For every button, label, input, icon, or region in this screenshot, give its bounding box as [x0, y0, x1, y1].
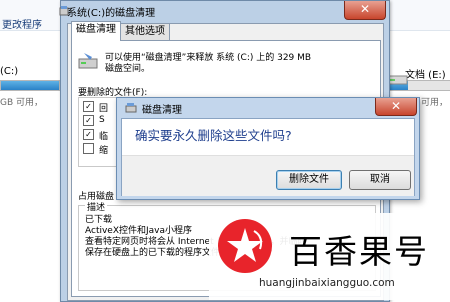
drive-e-label[interactable]: 文档 (E:) — [405, 66, 446, 81]
drive-c-free-text: GB 可用， — [0, 98, 44, 108]
file-checkbox-4[interactable] — [83, 143, 94, 154]
file-item-label: 临 — [99, 132, 109, 142]
brand-logo-icon — [218, 219, 272, 273]
cancel-button[interactable]: 取消 — [349, 170, 411, 190]
dialog-close-button[interactable]: ✕ — [375, 98, 417, 116]
window-close-button[interactable]: ✕ — [344, 1, 386, 20]
file-checkbox-3[interactable]: ✓ — [83, 129, 94, 140]
tab-more-options[interactable]: 其他选项 — [120, 23, 170, 40]
dialog-icon — [125, 102, 137, 117]
dialog-title: 磁盘清理 — [142, 105, 182, 116]
brand-url: huangjinbaixiangguo.com — [259, 277, 395, 289]
tab-disk-cleanup[interactable]: 磁盘清理 — [71, 21, 121, 41]
file-checkbox-2[interactable]: ✓ — [83, 115, 94, 126]
file-checkbox-1[interactable]: ✓ — [83, 101, 94, 112]
brand-name: 百香果号 — [289, 232, 429, 271]
window-title: 系统(C:)的磁盘清理 — [67, 8, 156, 19]
confirm-delete-dialog: 磁盘清理 ✕ 确实要永久删除这些文件吗? 删除文件 取消 — [116, 97, 420, 200]
file-item-label: 回 — [99, 104, 109, 114]
file-item-label: S — [99, 115, 105, 125]
delete-files-button[interactable]: 删除文件 — [276, 170, 342, 190]
change-program-link[interactable]: 更改程序 — [2, 16, 42, 31]
intro-text-2: 磁盘空间。 — [105, 64, 151, 74]
watermark: 百香果号 huangjinbaixiangguo.com — [209, 213, 450, 300]
file-item-label: 缩 — [99, 146, 109, 156]
dialog-message: 确实要永久删除这些文件吗? — [135, 128, 292, 143]
drive-c-usage-bar — [0, 80, 60, 91]
drive-c-label[interactable]: (C:) — [0, 66, 18, 77]
dialog-body: 确实要永久删除这些文件吗? 删除文件 取消 — [121, 118, 415, 196]
drive-cleanup-icon — [78, 51, 98, 74]
dialog-footer: 删除文件 取消 — [122, 155, 414, 196]
